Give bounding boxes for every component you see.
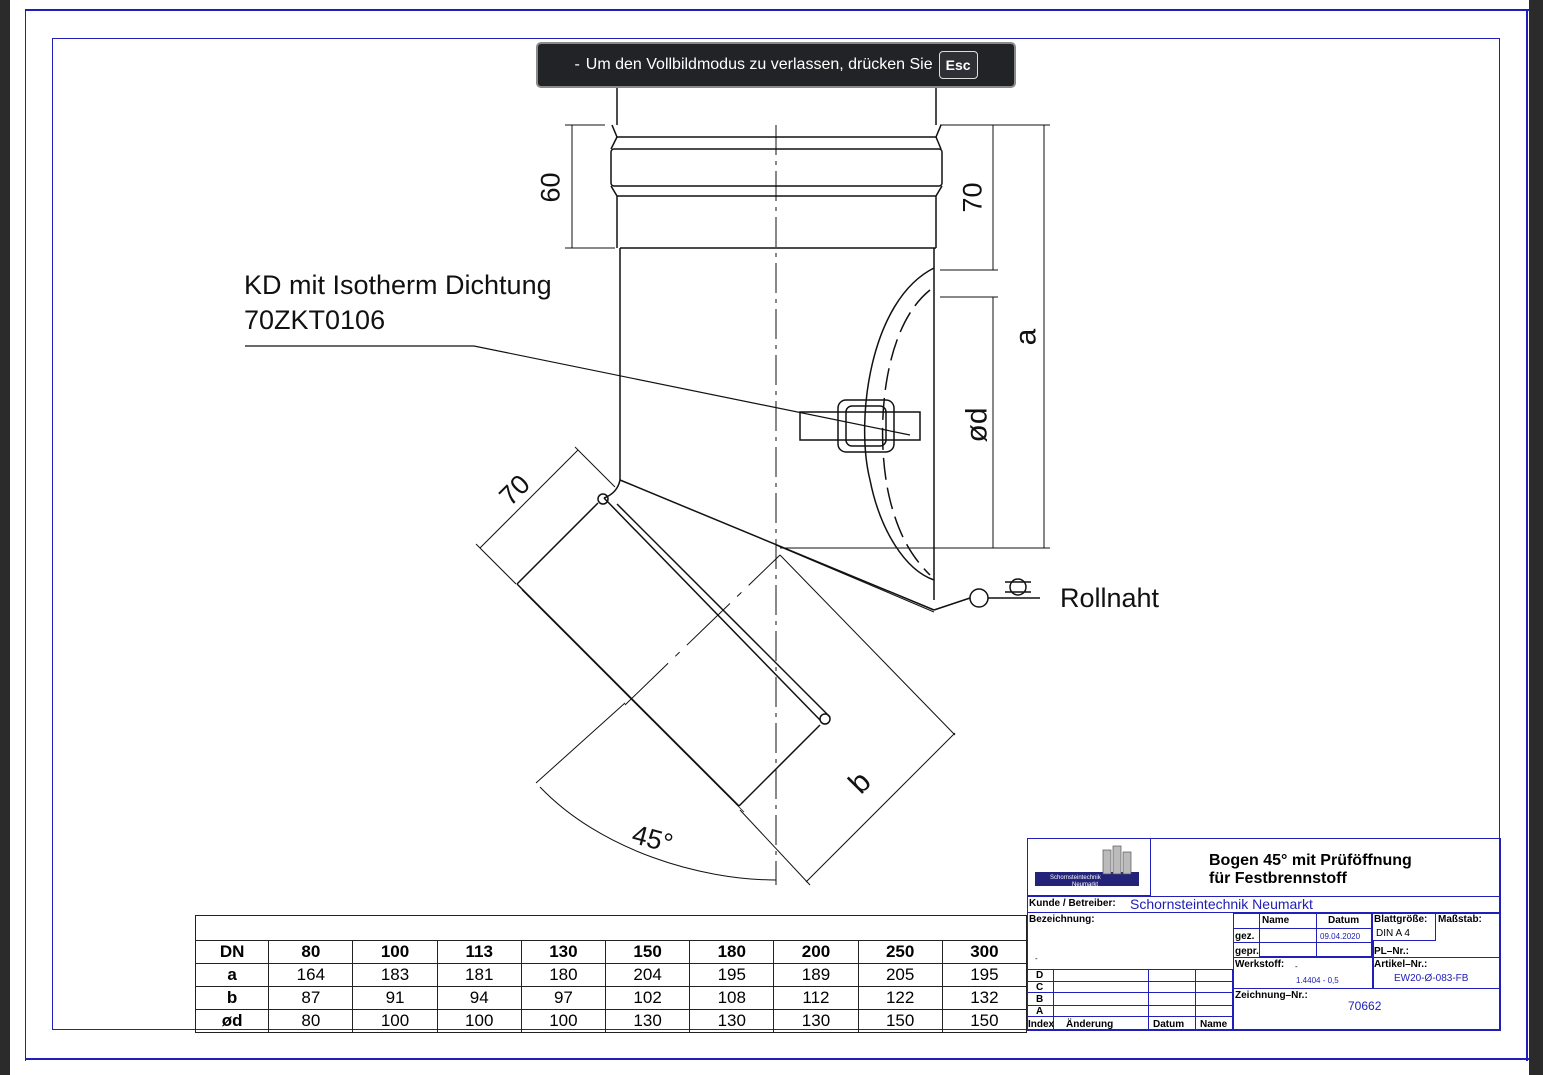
blattgroesse-value: DIN A 4 [1376,928,1410,939]
table-blank-row [195,915,1027,941]
inspection-door [799,267,935,581]
header-cell: 130 [520,940,607,964]
kunde-label: Kunde / Betreiber: [1029,898,1116,909]
esc-key[interactable]: Esc [938,51,978,79]
table-cell: 80 [268,1009,354,1033]
table-cell: 108 [689,986,775,1010]
branch-pipe [516,479,956,813]
callout-line2: 70ZKT0106 [244,305,386,335]
table-row: a 164 183 181 180 204 195 189 205 195 [194,963,1028,987]
table-cell: 100 [520,1009,607,1033]
rollnaht-label: Rollnaht [1060,583,1160,613]
table-cell: 204 [604,963,691,987]
massstab-label: Maßstab: [1438,914,1482,925]
aenderung-label: Änderung [1066,1019,1114,1030]
logo-text-line2: Neumarkt [1072,882,1099,888]
rev-letter-b: B [1036,994,1044,1005]
table-cell: 130 [689,1009,775,1033]
table-row: b 87 91 94 97 102 108 112 122 132 [194,986,1028,1010]
header-cell: 300 [941,940,1028,964]
notice-text: Um den Vollbildmodus zu verlassen, drück… [585,56,933,73]
table-cell: 205 [857,963,943,987]
row-head: b [194,986,270,1010]
rollnaht-marker [933,578,1040,611]
table-cell: 94 [436,986,522,1010]
callout-leader [245,345,911,436]
dim-a-label: a [1009,328,1043,346]
werkstoff-dash: - [1295,962,1298,971]
header-cell: DN [194,940,270,964]
artikel-value: EW20-Ø-083-FB [1394,973,1469,984]
drawing-title-line2: für Festbrennstoff [1209,870,1347,887]
drawing-title-line1: Bogen 45° mit Prüföffnung [1209,852,1412,869]
table-cell: 164 [268,963,354,987]
gepr-label: gepr. [1235,946,1259,957]
table-cell: 97 [520,986,607,1010]
rev-letter-a: A [1036,1006,1044,1017]
rev-row-2 [1027,1005,1233,1017]
dim-60-label: 60 [535,172,566,203]
gez-date: 09.04.2020 [1320,932,1361,941]
callout-line1: KD mit Isotherm Dichtung [244,270,552,300]
table-cell: 150 [941,1009,1028,1033]
table-cell: 100 [352,1009,438,1033]
table-cell: 180 [520,963,607,987]
index-label: Index [1028,1019,1055,1030]
table-cell: 102 [604,986,691,1010]
header-cell: 150 [604,940,691,964]
rev-letter-c: C [1036,982,1044,993]
zeichnung-label: Zeichnung–Nr.: [1235,990,1308,1001]
header-cell: 250 [857,940,943,964]
table-cell: 91 [352,986,438,1010]
zeichnung-value: 70662 [1348,999,1382,1013]
table-cell: 112 [773,986,859,1010]
row-head: ød [194,1009,270,1033]
table-header-row: DN 80 100 113 130 150 180 200 250 300 [194,940,1028,964]
blattgroesse-label: Blattgröße: [1374,914,1428,925]
header-cell: 180 [689,940,775,964]
table-cell: 183 [352,963,438,987]
name-header: Name [1262,915,1290,926]
header-cell: 113 [436,940,522,964]
table-cell: 195 [941,963,1028,987]
dim-70-top-label: 70 [957,182,988,213]
dimension-lines [475,124,1050,886]
pl-label: PL–Nr.: [1374,946,1410,957]
kunde-value: Schornsteintechnik Neumarkt [1130,896,1313,912]
artikel-label: Artikel–Nr.: [1374,959,1428,970]
table-cell: 195 [689,963,775,987]
logo-text-line1: Schornsteintechnik [1050,875,1101,881]
dimension-table: DN 80 100 113 130 150 180 200 250 300 a … [194,915,1028,1033]
gez-label: gez. [1235,931,1255,942]
rev-letter-d: D [1036,970,1044,981]
fullscreen-notice: - Um den Vollbildmodus zu verlassen, drü… [536,42,1016,88]
row-head: a [194,963,270,987]
table-cell: 181 [436,963,522,987]
bezeichnung-value: - [1035,954,1038,963]
datum-header: Datum [1328,915,1360,926]
rev-name-label: Name [1200,1019,1228,1030]
table-cell: 189 [773,963,859,987]
table-row: ød 80 100 100 100 130 130 130 150 150 [194,1009,1028,1033]
table-cell: 132 [941,986,1028,1010]
notice-dash: - [574,56,580,73]
bezeichnung-label: Bezeichnung: [1029,914,1095,925]
table-cell: 122 [857,986,943,1010]
table-cell: 130 [773,1009,859,1033]
dim-od-label: ød [960,407,994,443]
table-cell: 100 [436,1009,522,1033]
header-cell: 200 [773,940,859,964]
table-cell: 150 [857,1009,943,1033]
rev-datum-label: Datum [1153,1019,1185,1030]
header-cell: 100 [352,940,438,964]
header-cell: 80 [268,940,354,964]
table-cell: 87 [268,986,354,1010]
rev-row-1 [1027,981,1233,993]
table-cell: 130 [604,1009,691,1033]
werkstoff-value: 1.4404 - 0,5 [1296,976,1339,985]
werkstoff-label: Werkstoff: [1235,959,1285,970]
